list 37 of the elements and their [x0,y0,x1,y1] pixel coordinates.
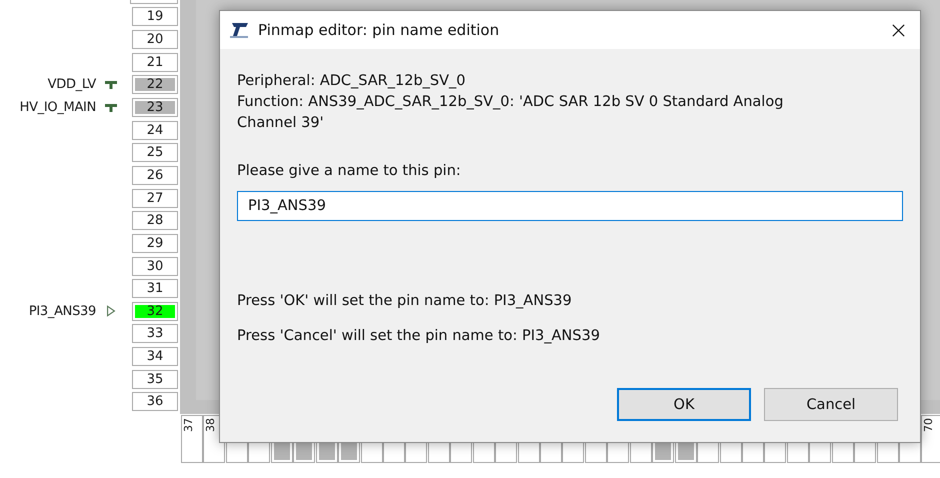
pin-box[interactable]: 26 [132,166,178,185]
pin-box[interactable]: 30 [132,256,178,276]
pin-box[interactable]: 34 [132,347,178,366]
input-triangle-icon [104,305,118,318]
pin-box[interactable]: 28 [132,211,178,230]
pin-box[interactable]: 27 [132,188,178,208]
peripheral-text: Peripheral: ADC_SAR_12b_SV_0 [237,72,467,91]
pin-box[interactable]: 36 [132,392,178,412]
cancel-note-text: Press 'Cancel' will set the pin name to: PI3_ANS39 [237,327,601,346]
power-pin-icon [104,78,118,91]
pin-box[interactable]: 33 [132,324,178,344]
pin-name-field[interactable]: PI3_ANS39 [237,191,903,221]
pin-box[interactable]: 31 [132,279,178,298]
ok-button[interactable]: OK [617,388,751,421]
pin-box[interactable]: 21 [132,52,178,72]
pin-box[interactable]: 35 [132,370,178,389]
pin-box[interactable]: 32 [132,302,178,321]
prompt-text: Please give a name to this pin: [237,162,462,181]
ok-note-text: Press 'OK' will set the pin name to: PI3_ANS39 [237,292,573,311]
window-title: Pinmap editor: pin name edition [258,21,500,39]
pin-box[interactable]: 24 [132,120,178,140]
pin-box[interactable]: 22 [132,75,178,94]
pin-label: VDD_LV [48,77,96,92]
pin-box[interactable]: 19 [132,7,178,26]
logo-icon [228,21,250,39]
pin-label: PI3_ANS39 [28,304,96,319]
close-icon[interactable] [891,22,906,38]
pin-label: HV_IO_MAIN [20,100,96,116]
pin-box[interactable]: 25 [132,143,178,162]
pin-box[interactable]: 29 [132,234,178,253]
pin-box[interactable]: 70 [921,415,940,463]
pin-box[interactable]: 37 [181,415,203,463]
pin-box[interactable]: 20 [132,30,178,50]
cancel-button[interactable]: Cancel [764,388,898,421]
function-text: Function: ANS39_ADC_SAR_12b_SV_0: 'ADC SAR 12b SV 0 Standard Analog Channel 39' [237,93,784,133]
power-pin-icon [104,102,118,114]
pin-box[interactable]: 23 [132,98,178,118]
